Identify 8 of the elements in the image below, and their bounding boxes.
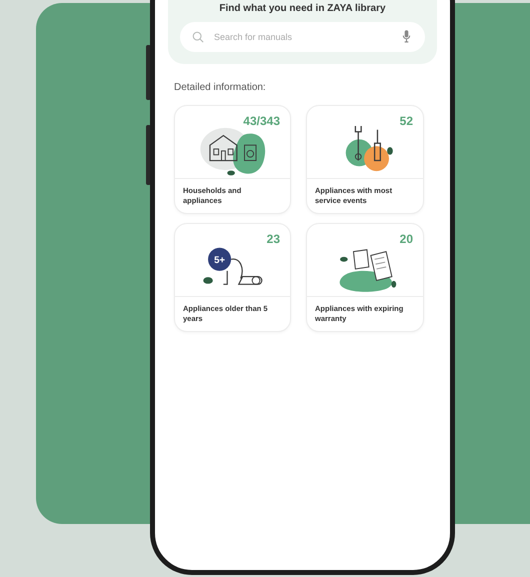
banner-title: Find what you need in ZAYA library bbox=[219, 3, 386, 14]
section-label: Detailed information: bbox=[174, 82, 267, 93]
count-label: 43/343 bbox=[243, 114, 280, 128]
count-label: 23 bbox=[266, 232, 280, 246]
count-label: 20 bbox=[400, 232, 413, 246]
search-field[interactable]: Search for manuals bbox=[180, 22, 425, 52]
microphone-icon[interactable] bbox=[402, 29, 411, 44]
count-label: 52 bbox=[400, 114, 413, 128]
